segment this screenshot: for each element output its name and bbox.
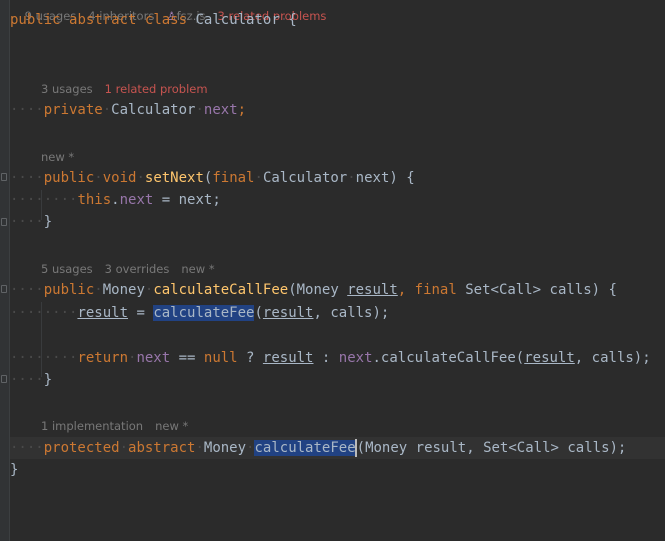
related-problem-hint[interactable]: 1 related problem <box>105 82 208 96</box>
class-inlay-hint[interactable]: 9 usages 4 inheritors ♙fsz.js 3 related pro… <box>10 0 327 23</box>
field-inlay-hint[interactable]: 3 usages 1 related problem <box>41 81 208 97</box>
method-name: setNext <box>144 170 204 186</box>
keyword-private: private <box>43 102 103 118</box>
operator: = <box>128 305 154 321</box>
field-name: next <box>203 102 238 118</box>
implementations-hint[interactable]: 1 implementation <box>41 419 143 433</box>
calculatefee-inlay-hint[interactable]: 1 implementation new * <box>41 418 188 434</box>
argument-rest: , calls); <box>574 350 651 366</box>
keyword-final: final <box>414 282 457 298</box>
usages-hint[interactable]: 3 usages <box>41 82 93 96</box>
comma: , <box>397 282 415 298</box>
class-name: Calculator <box>195 12 280 28</box>
code-line-field[interactable]: ····private·Calculator·next; <box>10 99 665 121</box>
keyword-public: public <box>43 170 95 186</box>
author-hint[interactable]: new * <box>155 419 188 433</box>
type-name: Money <box>102 282 145 298</box>
parameter-name: result <box>347 282 398 298</box>
argument-name: result <box>524 350 575 366</box>
code-line-calculatecallfee-declaration[interactable]: ····public·Money·calculateCallFee(Money … <box>10 279 665 301</box>
keyword-protected: protected <box>43 440 120 456</box>
parameter-rest: Set<Call> calls) { <box>456 282 617 298</box>
editor-gutter <box>0 0 10 541</box>
fold-marker-icon[interactable] <box>1 218 7 226</box>
type-name: Money <box>203 440 247 456</box>
keyword-void: void <box>102 170 137 186</box>
code-line-calculatefee-declaration[interactable]: ····protected·abstract·Money·calculateFe… <box>10 437 665 459</box>
author-hint[interactable]: new * <box>41 150 74 164</box>
keyword-abstract: abstract <box>128 440 196 456</box>
parameter-type: (Money <box>288 282 348 298</box>
field-name: next <box>119 192 154 208</box>
method-call-highlighted: calculateFee <box>153 305 255 321</box>
parameter-list: (Money result, Set<Call> calls); <box>356 440 627 456</box>
code-line-setnext-body[interactable]: ········this.next = next; <box>10 189 665 211</box>
keyword-final: final <box>212 170 255 186</box>
fold-marker-icon[interactable] <box>1 375 7 383</box>
keyword-class: class <box>144 12 188 28</box>
parameter-name: next <box>355 170 390 186</box>
type-name: Calculator <box>111 102 196 118</box>
overrides-hint[interactable]: 3 overrides <box>105 262 170 276</box>
keyword-return: return <box>77 350 129 366</box>
variable-name: result <box>77 305 129 321</box>
field-name: next <box>338 350 373 366</box>
code-line-close-brace[interactable]: ····} <box>10 211 665 233</box>
code-line-close-brace[interactable]: ····} <box>10 369 665 391</box>
fold-marker-icon[interactable] <box>1 285 7 293</box>
brace: } <box>10 462 19 478</box>
code-line-return[interactable]: ········return·next == null ? result : n… <box>10 347 665 369</box>
type-name: Calculator <box>262 170 348 186</box>
variable-name: result <box>262 350 314 366</box>
assignment-rest: = next; <box>153 192 221 208</box>
method-name-highlighted: calculateFee <box>254 440 356 456</box>
operator: == <box>170 350 204 366</box>
argument-rest: , calls); <box>313 305 390 321</box>
code-line-setnext-declaration[interactable]: ····public·void·setNext(final·Calculator… <box>10 167 665 189</box>
code-editor[interactable]: 9 usages 4 inheritors ♙fsz.js 3 related pro… <box>0 0 665 541</box>
usages-hint[interactable]: 5 usages <box>41 262 93 276</box>
code-line-class-declaration[interactable]: public·abstract·class·Calculator·{ <box>10 9 665 31</box>
operator: ? <box>237 350 263 366</box>
brace: { <box>288 12 297 28</box>
fold-marker-icon[interactable] <box>1 173 7 181</box>
keyword-abstract: abstract <box>69 12 137 28</box>
calculatecallfee-inlay-hint[interactable]: 5 usages 3 overrides new * <box>41 261 215 277</box>
argument-name: result <box>262 305 314 321</box>
keyword-this: this <box>77 192 112 208</box>
semicolon: ; <box>237 102 247 118</box>
paren-brace: ) { <box>389 170 415 186</box>
code-line-class-close[interactable]: } <box>10 459 665 481</box>
method-call: .calculateCallFee( <box>372 350 525 366</box>
field-name: next <box>136 350 171 366</box>
code-line-assignment[interactable]: ········result = calculateFee(result, ca… <box>10 302 665 324</box>
brace: } <box>43 214 53 230</box>
dot: . <box>111 192 120 208</box>
setnext-inlay-hint[interactable]: new * <box>41 149 74 165</box>
brace: } <box>43 372 53 388</box>
keyword-null: null <box>203 350 238 366</box>
operator: : <box>313 350 339 366</box>
author-hint[interactable]: new * <box>181 262 214 276</box>
paren: ( <box>254 305 263 321</box>
keyword-public: public <box>43 282 95 298</box>
method-name: calculateCallFee <box>153 282 289 298</box>
keyword-public: public <box>10 12 61 28</box>
